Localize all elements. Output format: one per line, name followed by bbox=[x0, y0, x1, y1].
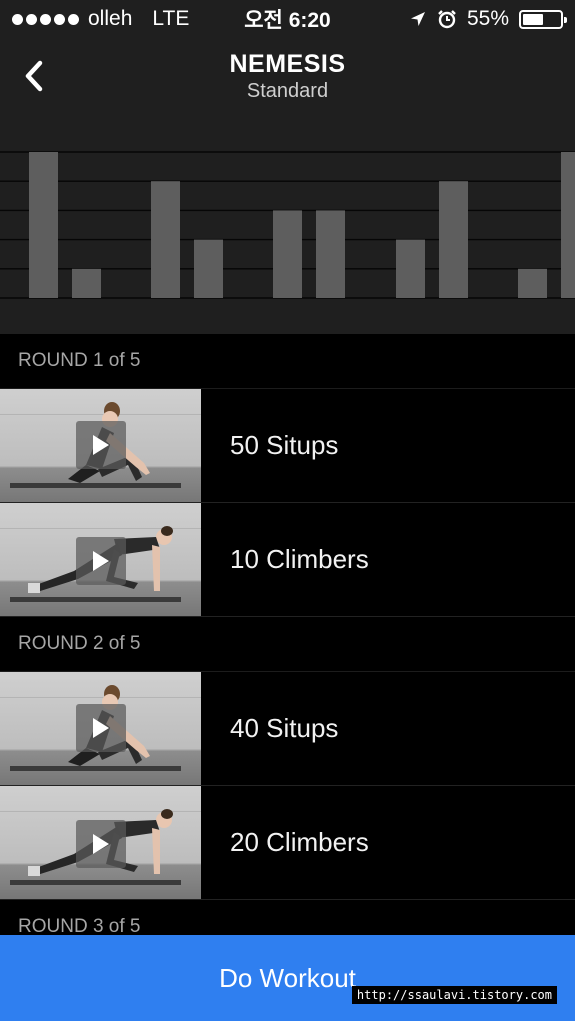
play-button[interactable] bbox=[76, 820, 126, 868]
exercise-video-thumbnail[interactable] bbox=[0, 503, 201, 616]
round-header: ROUND 1 of 5 bbox=[0, 334, 575, 389]
exercise-row[interactable]: 20 Climbers bbox=[0, 786, 575, 900]
exercise-video-thumbnail[interactable] bbox=[0, 672, 201, 785]
do-workout-label: Do Workout bbox=[219, 962, 356, 993]
nav-header: NEMESIS Standard bbox=[0, 38, 575, 130]
status-bar: olleh LTE 오전 6:20 55% bbox=[0, 0, 575, 38]
do-workout-button[interactable]: Do Workout bbox=[0, 935, 575, 1021]
chart-bar bbox=[151, 181, 180, 298]
chart-bar bbox=[316, 210, 345, 298]
play-icon bbox=[93, 551, 109, 571]
chart-bar bbox=[273, 210, 302, 298]
chart-bar bbox=[72, 268, 101, 298]
exercise-label: 20 Climbers bbox=[230, 827, 369, 857]
intensity-chart-svg bbox=[0, 151, 575, 299]
exercise-label: 10 Climbers bbox=[230, 544, 369, 574]
play-icon bbox=[93, 718, 109, 738]
alarm-icon bbox=[438, 10, 456, 29]
play-button[interactable] bbox=[76, 704, 126, 752]
round-header: ROUND 3 of 5 bbox=[0, 900, 575, 936]
battery-fill bbox=[523, 13, 543, 25]
chart-bar bbox=[518, 268, 547, 298]
play-icon bbox=[93, 834, 109, 854]
intensity-chart bbox=[0, 130, 575, 334]
page-subtitle: Standard bbox=[246, 80, 329, 102]
play-button[interactable] bbox=[76, 537, 126, 585]
play-button[interactable] bbox=[76, 421, 126, 469]
play-icon bbox=[93, 435, 109, 455]
round-header: ROUND 2 of 5 bbox=[0, 617, 575, 672]
chart-bar bbox=[29, 152, 58, 298]
battery-icon bbox=[519, 9, 567, 29]
exercise-label: 40 Situps bbox=[230, 713, 339, 743]
chart-bar bbox=[561, 152, 575, 298]
page-title: NEMESIS bbox=[229, 50, 346, 78]
chart-bar bbox=[396, 239, 425, 298]
battery-percent: 55% bbox=[466, 7, 509, 30]
exercise-label: 50 Situps bbox=[230, 430, 339, 460]
exercise-row[interactable]: 40 Situps bbox=[0, 672, 575, 786]
location-arrow-icon bbox=[410, 12, 425, 26]
exercise-video-thumbnail[interactable] bbox=[0, 389, 201, 502]
exercise-video-thumbnail[interactable] bbox=[0, 786, 201, 899]
chart-bar bbox=[194, 239, 223, 298]
status-right: 55% bbox=[409, 0, 567, 38]
exercise-row[interactable]: 50 Situps bbox=[0, 389, 575, 503]
chart-bar bbox=[439, 181, 468, 298]
exercise-row[interactable]: 10 Climbers bbox=[0, 503, 575, 617]
watermark: http://ssaulavi.tistory.com bbox=[351, 986, 557, 1004]
workout-list[interactable]: ROUND 1 of 5 50 Situps 10 Climbers ROUND 2 … bbox=[0, 334, 575, 936]
